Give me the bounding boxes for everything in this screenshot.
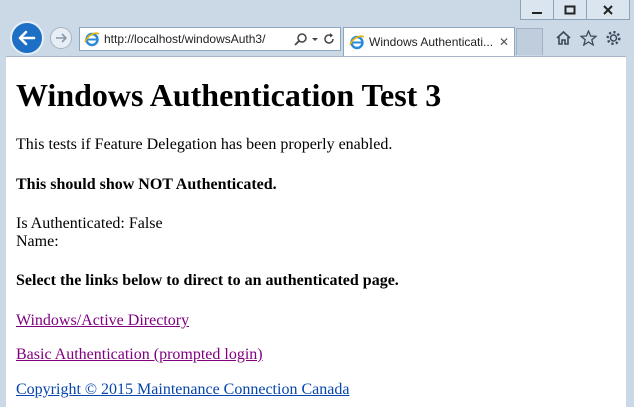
intro-text: This tests if Feature Delegation has bee… xyxy=(16,136,393,153)
toolbar-icons xyxy=(555,30,622,46)
tab-title: Windows Authenticati... xyxy=(369,35,494,49)
search-icon[interactable] xyxy=(294,32,308,46)
tab-windows-authentication[interactable]: Windows Authenticati... ✕ xyxy=(343,27,515,56)
expectation-text: This should show NOT Authenticated. xyxy=(16,176,277,193)
windows-active-directory-link[interactable]: Windows/Active Directory xyxy=(16,312,189,329)
minimize-button[interactable] xyxy=(520,0,554,20)
user-name-label: Name: xyxy=(16,233,59,250)
address-url[interactable]: http://localhost/windowsAuth3/ xyxy=(104,32,294,46)
close-icon xyxy=(603,4,613,15)
back-button[interactable] xyxy=(10,21,44,55)
ie-logo-icon xyxy=(349,35,365,50)
back-arrow-icon xyxy=(18,30,36,46)
new-tab-button[interactable] xyxy=(516,28,543,55)
favorites-star-icon[interactable] xyxy=(580,30,597,46)
maximize-button[interactable] xyxy=(553,0,587,20)
address-bar[interactable]: http://localhost/windowsAuth3/ xyxy=(79,27,341,51)
window-right-border xyxy=(626,56,634,407)
is-authenticated-status: Is Authenticated: False xyxy=(16,215,163,232)
page-content: Windows Authentication Test 3 This tests… xyxy=(6,57,626,407)
copyright-link[interactable]: Copyright © 2015 Maintenance Connection … xyxy=(16,381,349,398)
links-instruction: Select the links below to direct to an a… xyxy=(16,272,399,289)
settings-gear-icon[interactable] xyxy=(605,30,622,46)
browser-chrome: http://localhost/windowsAuth3/ Windows A… xyxy=(0,0,634,57)
page-title: Windows Authentication Test 3 xyxy=(16,77,442,113)
window-controls xyxy=(520,0,630,22)
minimize-icon xyxy=(532,11,542,14)
address-actions xyxy=(294,32,336,46)
close-window-button[interactable] xyxy=(586,0,630,20)
ie-logo-icon xyxy=(84,32,100,47)
tab-close-icon[interactable]: ✕ xyxy=(499,36,509,48)
basic-authentication-link[interactable]: Basic Authentication (prompted login) xyxy=(16,346,263,363)
home-icon[interactable] xyxy=(555,30,572,46)
refresh-icon[interactable] xyxy=(322,32,336,46)
forward-button[interactable] xyxy=(50,27,72,49)
dropdown-icon[interactable] xyxy=(311,32,319,46)
forward-arrow-icon xyxy=(56,33,67,43)
maximize-icon xyxy=(564,5,576,14)
